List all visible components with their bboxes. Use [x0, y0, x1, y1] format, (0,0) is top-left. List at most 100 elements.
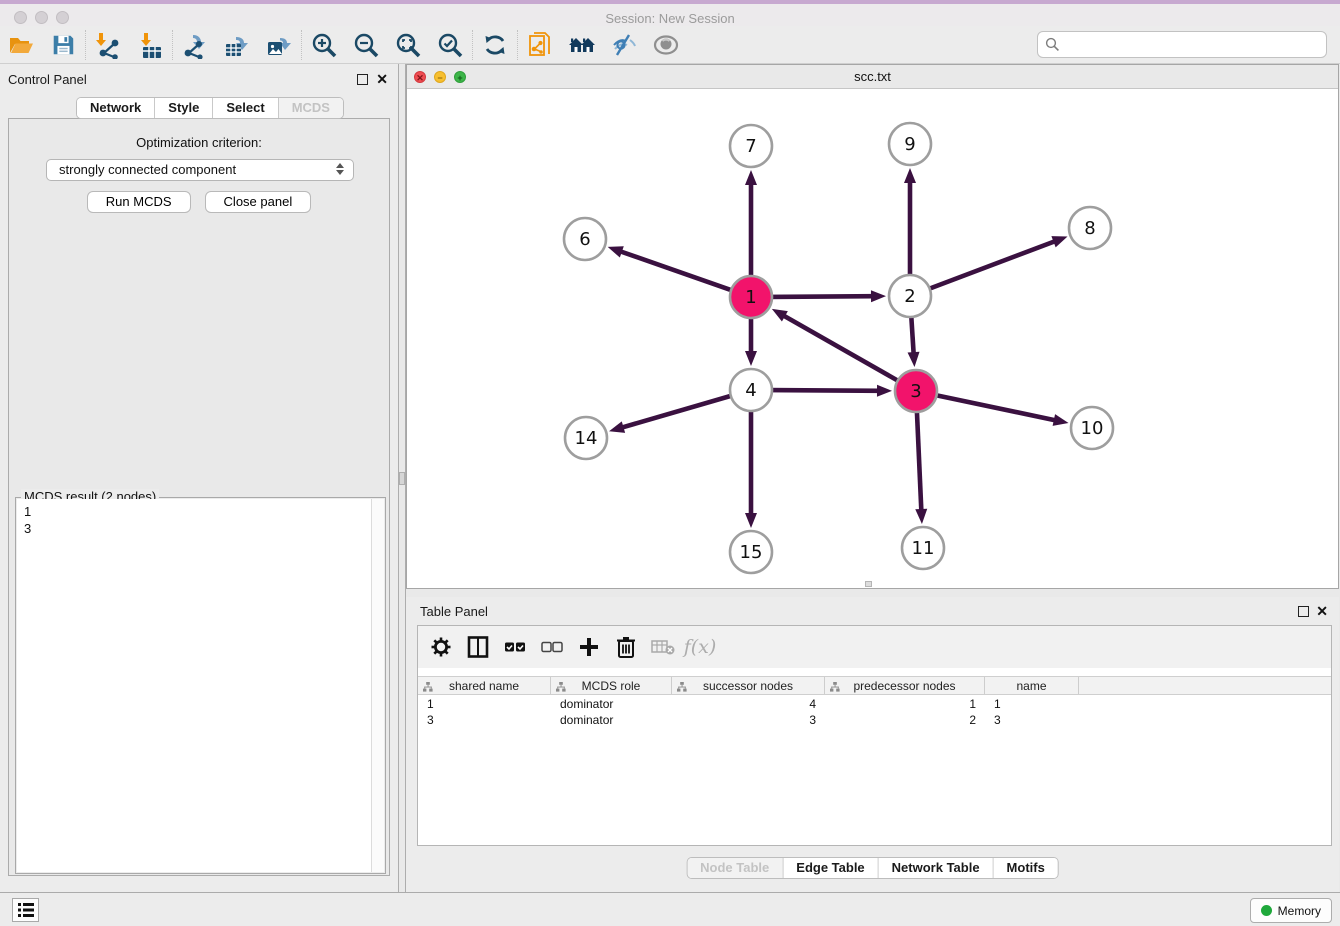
table-row[interactable]: 1dominator411	[418, 696, 1331, 712]
mcds-panel: Optimization criterion: strongly connect…	[8, 118, 390, 876]
import-network-icon[interactable]	[87, 28, 129, 62]
network-minimize-icon[interactable]: −	[434, 71, 446, 83]
table-panel-tabs: Node TableEdge TableNetwork TableMotifs	[686, 857, 1059, 879]
toolbar-search	[1037, 31, 1327, 58]
column-header-successor-nodes[interactable]: successor nodes	[672, 677, 825, 694]
gear-icon[interactable]	[426, 631, 456, 663]
table-cell[interactable]: 3	[985, 712, 1079, 728]
graph-node-label-1: 1	[745, 287, 756, 308]
status-bar: Memory	[0, 892, 1340, 926]
deselect-all-icon[interactable]	[537, 631, 567, 663]
open-file-icon[interactable]	[0, 28, 42, 62]
zoom-in-icon[interactable]	[303, 28, 345, 62]
column-header-MCDS-role[interactable]: MCDS role	[551, 677, 672, 694]
select-all-icon[interactable]	[500, 631, 530, 663]
network-canvas[interactable]: 7968124314101511	[407, 89, 1338, 588]
graph-edge-3-11[interactable]	[917, 408, 922, 512]
table-cell[interactable]: 3	[418, 712, 551, 728]
hide-graphics-eye-slash-icon[interactable]	[603, 28, 645, 62]
float-panel-icon[interactable]	[357, 74, 368, 85]
task-history-button[interactable]	[12, 898, 39, 922]
column-header-predecessor-nodes[interactable]: predecessor nodes	[825, 677, 985, 694]
graph-edge-4-14[interactable]	[621, 395, 735, 428]
column-header-name[interactable]: name	[985, 677, 1079, 694]
show-panels-home-icon[interactable]	[561, 28, 603, 62]
graph-edge-3-1[interactable]	[782, 315, 901, 383]
add-row-icon[interactable]	[574, 631, 604, 663]
tab-network[interactable]: Network	[77, 98, 155, 118]
graph-node-label-8: 8	[1084, 218, 1095, 239]
main-toolbar	[0, 26, 1340, 64]
function-builder-icon-disabled: f(x)	[685, 631, 715, 663]
network-window-titlebar[interactable]: ✕ − + scc.txt	[407, 65, 1338, 89]
search-icon	[1045, 37, 1060, 52]
delete-row-trash-icon[interactable]	[611, 631, 641, 663]
table-cell[interactable]: dominator	[551, 696, 672, 712]
result-scrollbar[interactable]	[371, 499, 384, 872]
network-window-title: scc.txt	[407, 65, 1338, 89]
tab-style[interactable]: Style	[155, 98, 213, 118]
tab-select[interactable]: Select	[213, 98, 278, 118]
zoom-selected-icon[interactable]	[429, 28, 471, 62]
search-input[interactable]	[1037, 31, 1327, 58]
graph-arrowhead	[745, 513, 757, 528]
graph-edge-1-2[interactable]	[768, 296, 874, 297]
save-session-icon[interactable]	[42, 28, 84, 62]
graph-edge-3-10[interactable]	[933, 394, 1057, 420]
float-table-panel-icon[interactable]	[1298, 606, 1309, 617]
table-cell[interactable]: 4	[672, 696, 825, 712]
network-maximize-icon[interactable]: +	[454, 71, 466, 83]
criterion-select[interactable]: strongly connected component	[46, 159, 354, 181]
export-network-icon[interactable]	[174, 28, 216, 62]
divider-grip[interactable]	[399, 472, 405, 485]
mcds-result-text[interactable]: 13	[17, 499, 371, 872]
close-panel-icon[interactable]: ✕	[376, 71, 388, 88]
list-icon	[18, 903, 34, 917]
column-header-shared-name[interactable]: shared name	[418, 677, 551, 694]
import-table-icon[interactable]	[129, 28, 171, 62]
toolbar-separator	[172, 30, 173, 60]
tab-node-table[interactable]: Node Table	[687, 858, 783, 878]
graph-arrowhead	[772, 309, 788, 322]
table-cell[interactable]: 1	[825, 696, 985, 712]
zoom-out-icon[interactable]	[345, 28, 387, 62]
clone-network-icon[interactable]	[519, 28, 561, 62]
graph-node-label-10: 10	[1081, 418, 1104, 439]
network-resize-grip[interactable]	[865, 581, 872, 587]
tab-network-table[interactable]: Network Table	[879, 858, 994, 878]
table-cell[interactable]: 1	[985, 696, 1079, 712]
mcds-result-box: MCDS result (2 nodes) 13	[15, 497, 386, 874]
show-columns-icon[interactable]	[463, 631, 493, 663]
criterion-value: strongly connected component	[59, 162, 236, 177]
tab-motifs[interactable]: Motifs	[994, 858, 1058, 878]
vertical-split-divider[interactable]	[398, 64, 406, 892]
table-cell[interactable]: 1	[418, 696, 551, 712]
graph-edge-2-3[interactable]	[911, 313, 914, 355]
close-panel-button[interactable]: Close panel	[205, 191, 312, 213]
graph-edge-4-3[interactable]	[768, 390, 880, 391]
table-cell[interactable]: 2	[825, 712, 985, 728]
toolbar-separator	[517, 30, 518, 60]
workspace: Control Panel ✕ NetworkStyleSelectMCDS O…	[0, 64, 1340, 892]
tab-edge-table[interactable]: Edge Table	[783, 858, 878, 878]
memory-button[interactable]: Memory	[1250, 898, 1332, 923]
network-close-icon[interactable]: ✕	[414, 71, 426, 83]
table-row[interactable]: 3dominator323	[418, 712, 1331, 728]
tab-mcds[interactable]: MCDS	[279, 98, 343, 118]
export-image-icon[interactable]	[258, 28, 300, 62]
table-cell[interactable]: dominator	[551, 712, 672, 728]
graph-arrowhead	[908, 352, 920, 367]
graph-edge-1-6[interactable]	[619, 251, 735, 292]
tree-sort-icon	[830, 682, 840, 692]
memory-status-icon	[1261, 905, 1272, 916]
graph-arrowhead	[877, 385, 892, 397]
table-cell[interactable]: 3	[672, 712, 825, 728]
graph-edge-2-8[interactable]	[926, 241, 1056, 290]
memory-label: Memory	[1278, 904, 1321, 918]
eye-icon[interactable]	[645, 28, 687, 62]
close-table-panel-icon[interactable]: ✕	[1316, 603, 1328, 620]
run-mcds-button[interactable]: Run MCDS	[87, 191, 191, 213]
refresh-layout-icon[interactable]	[474, 28, 516, 62]
export-table-icon[interactable]	[216, 28, 258, 62]
zoom-fit-icon[interactable]	[387, 28, 429, 62]
